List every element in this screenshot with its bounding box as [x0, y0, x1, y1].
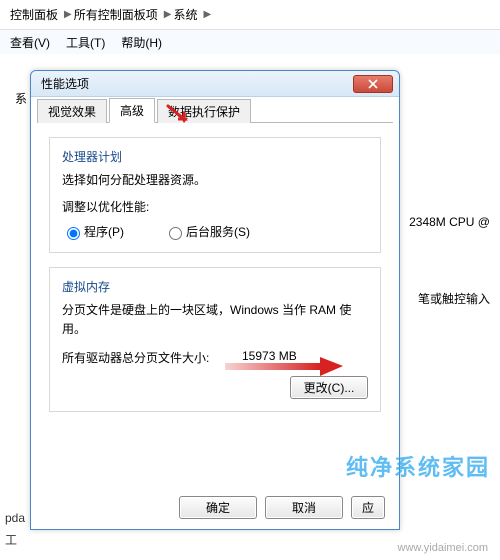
group-heading: 处理器计划 — [62, 148, 368, 165]
dialog-content: 处理器计划 选择如何分配处理器资源。 调整以优化性能: 程序(P) 后台服务(S… — [31, 123, 399, 440]
radio-programs-input[interactable] — [67, 227, 80, 240]
breadcrumb-item[interactable]: 系统 — [173, 6, 197, 23]
vm-total-label: 所有驱动器总分页文件大小: — [62, 349, 242, 366]
menu-help[interactable]: 帮助(H) — [121, 34, 162, 51]
processor-scheduling-group: 处理器计划 选择如何分配处理器资源。 调整以优化性能: 程序(P) 后台服务(S… — [49, 137, 381, 253]
watermark-url: www.yidaimei.com — [398, 542, 488, 554]
breadcrumb-item[interactable]: 所有控制面板项 — [74, 6, 158, 23]
chevron-right-icon: ▶ — [203, 9, 211, 20]
tab-strip: 视觉效果 高级 数据执行保护 — [37, 101, 393, 123]
radio-background-input[interactable] — [169, 227, 182, 240]
adjust-label: 调整以优化性能: — [62, 198, 368, 215]
bottom-left-fragment: pda 工 — [5, 505, 25, 548]
chevron-right-icon: ▶ — [164, 9, 172, 20]
tab-visual-effects[interactable]: 视觉效果 — [37, 99, 107, 123]
close-button[interactable] — [353, 75, 393, 93]
text-fragment: 工 — [5, 531, 25, 548]
cpu-info-text: 2348M CPU @ — [409, 215, 490, 229]
dialog-button-row: 确定 取消 应 — [179, 496, 385, 519]
cancel-button[interactable]: 取消 — [265, 496, 343, 519]
tab-advanced[interactable]: 高级 — [109, 98, 155, 123]
side-label: 系 — [15, 90, 27, 107]
text-fragment: pda — [5, 511, 25, 525]
dialog-titlebar[interactable]: 性能选项 — [31, 71, 399, 97]
pen-touch-text: 笔或触控输入 — [418, 290, 490, 307]
chevron-right-icon: ▶ — [64, 9, 72, 20]
radio-background[interactable]: 后台服务(S) — [164, 223, 250, 240]
tab-dep[interactable]: 数据执行保护 — [157, 99, 251, 123]
dialog-title: 性能选项 — [37, 75, 353, 92]
group-description: 选择如何分配处理器资源。 — [62, 171, 368, 188]
close-icon — [368, 79, 378, 89]
breadcrumb: 控制面板 ▶ 所有控制面板项 ▶ 系统 ▶ — [0, 0, 500, 30]
watermark-text: 纯净系统家园 — [346, 450, 490, 482]
radio-programs[interactable]: 程序(P) — [62, 223, 124, 240]
radio-programs-label: 程序(P) — [84, 223, 124, 240]
menu-view[interactable]: 查看(V) — [10, 34, 50, 51]
change-button[interactable]: 更改(C)... — [290, 376, 368, 399]
breadcrumb-item[interactable]: 控制面板 — [10, 6, 58, 23]
ok-button[interactable]: 确定 — [179, 496, 257, 519]
apply-button[interactable]: 应 — [351, 496, 385, 519]
performance-options-dialog: 性能选项 视觉效果 高级 数据执行保护 处理器计划 选择如何分配处理器资源。 调… — [30, 70, 400, 530]
menubar: 查看(V) 工具(T) 帮助(H) — [0, 30, 500, 56]
group-heading: 虚拟内存 — [62, 278, 368, 295]
radio-background-label: 后台服务(S) — [186, 223, 250, 240]
virtual-memory-group: 虚拟内存 分页文件是硬盘上的一块区域，Windows 当作 RAM 使用。 所有… — [49, 267, 381, 412]
vm-total-value: 15973 MB — [242, 349, 297, 366]
menu-tools[interactable]: 工具(T) — [66, 34, 105, 51]
vm-description: 分页文件是硬盘上的一块区域，Windows 当作 RAM 使用。 — [62, 301, 368, 339]
